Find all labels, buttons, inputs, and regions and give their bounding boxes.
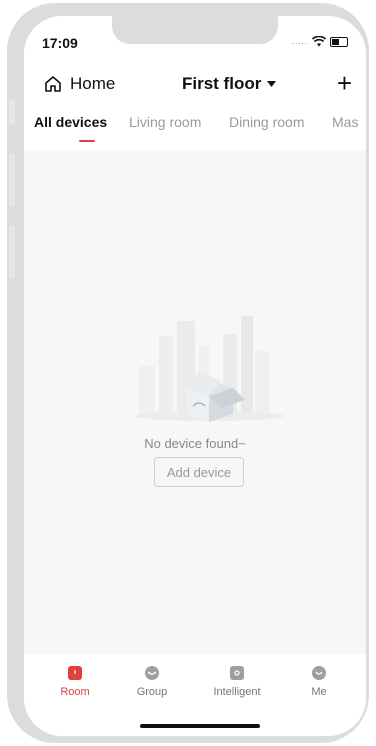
home-selector[interactable]: Home — [44, 74, 115, 94]
group-icon — [145, 666, 159, 680]
room-icon — [68, 666, 82, 680]
room-tabs: All devices Living room Dining room Mas — [24, 114, 366, 144]
top-bar: 17:09 ..... Home First floor + All devic… — [24, 16, 366, 150]
empty-box-illustration — [134, 316, 284, 422]
wifi-icon — [312, 36, 326, 47]
phone-notch — [112, 16, 278, 44]
empty-state-message: No device found~ — [144, 436, 246, 451]
side-button-volume-down — [9, 225, 15, 279]
tab-living-room[interactable]: Living room — [129, 114, 201, 130]
signal-dots: ..... — [291, 37, 308, 46]
active-tab-indicator — [79, 140, 95, 142]
side-button-volume-up — [9, 153, 15, 207]
battery-icon — [330, 36, 348, 47]
intelligent-icon — [230, 666, 244, 680]
caret-down-icon — [267, 81, 277, 87]
nav-group-label: Group — [136, 686, 168, 698]
home-icon — [45, 76, 61, 92]
tab-all-devices[interactable]: All devices — [34, 114, 107, 130]
home-indicator — [140, 724, 260, 728]
add-button[interactable]: + — [337, 70, 352, 96]
bottom-nav: Room Group Intelligent Me — [24, 654, 366, 736]
add-device-button[interactable]: Add device — [154, 457, 244, 487]
nav-intelligent[interactable]: Intelligent — [207, 666, 267, 698]
nav-room[interactable]: Room — [45, 666, 105, 698]
nav-group[interactable]: Group — [122, 666, 182, 698]
home-label: Home — [70, 74, 116, 93]
status-time: 17:09 — [42, 35, 78, 51]
me-icon — [312, 666, 326, 680]
app-screen: 17:09 ..... Home First floor + All devic… — [24, 16, 366, 736]
tab-dining-room[interactable]: Dining room — [229, 114, 304, 130]
phone-frame: 17:09 ..... Home First floor + All devic… — [7, 3, 369, 743]
floor-selector[interactable]: First floor — [182, 74, 277, 94]
floor-label: First floor — [182, 74, 262, 93]
nav-intelligent-label: Intelligent — [213, 686, 261, 698]
side-button-mute — [9, 99, 15, 125]
nav-me-label: Me — [311, 686, 327, 698]
status-icons: ..... — [292, 36, 348, 47]
nav-room-label: Room — [60, 686, 90, 698]
nav-me[interactable]: Me — [289, 666, 349, 698]
tab-master-room[interactable]: Mas — [332, 114, 358, 130]
